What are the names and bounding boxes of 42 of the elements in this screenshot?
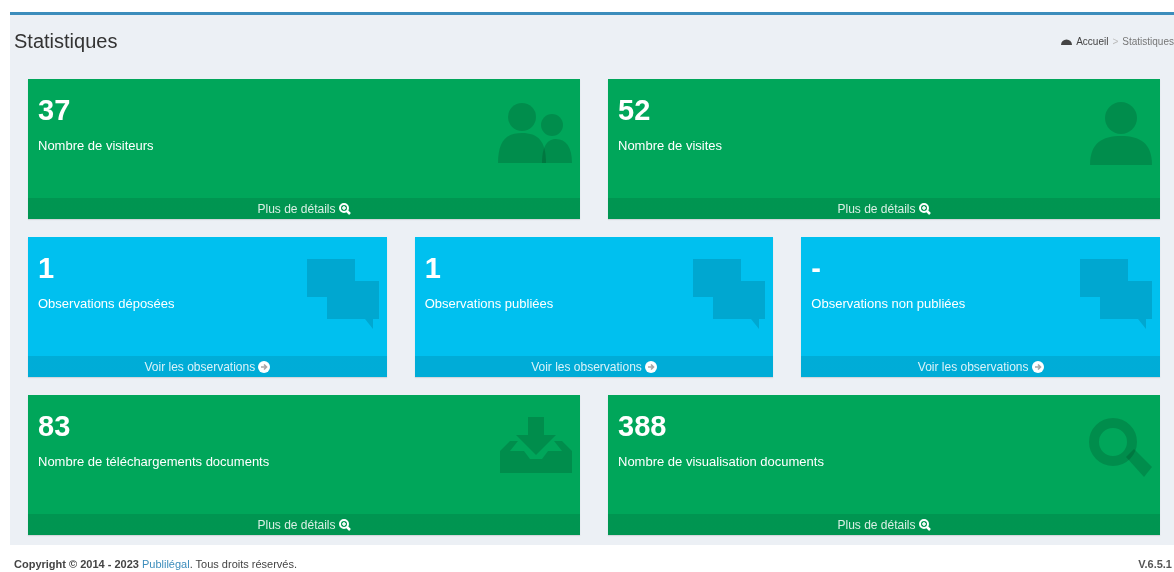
speech-bubbles-icon bbox=[306, 259, 379, 329]
arrow-circle-icon bbox=[258, 360, 271, 373]
details-link[interactable]: Plus de détails bbox=[608, 198, 1160, 219]
search-icon bbox=[1088, 417, 1152, 479]
stat-label: Nombre de téléchargements documents bbox=[38, 454, 271, 469]
stat-label: Nombre de visiteurs bbox=[38, 138, 155, 153]
users-icon bbox=[498, 101, 572, 165]
details-link[interactable]: Voir les observations bbox=[414, 356, 774, 377]
page-title: Statistiques bbox=[14, 29, 118, 53]
stat-number: 1 bbox=[424, 251, 442, 285]
details-link[interactable]: Plus de détails bbox=[28, 514, 580, 535]
zoom-in-icon bbox=[918, 202, 931, 215]
company-link[interactable]: Publilégal bbox=[141, 558, 190, 570]
breadcrumb-separator: > bbox=[1112, 35, 1119, 47]
arrow-circle-icon bbox=[644, 360, 657, 373]
stat-label: Observations non publiées bbox=[811, 296, 967, 311]
stat-number: 37 bbox=[38, 93, 72, 127]
stat-label: Observations publiées bbox=[424, 296, 555, 311]
speech-bubbles-icon bbox=[1080, 259, 1152, 329]
zoom-in-icon bbox=[338, 518, 351, 531]
breadcrumb-link[interactable]: Accueil bbox=[1076, 35, 1109, 47]
version-text: V.6.5.1 bbox=[1138, 558, 1172, 570]
stat-number: 1 bbox=[38, 251, 56, 285]
stat-number: 83 bbox=[38, 409, 72, 443]
details-link[interactable]: Plus de détails bbox=[28, 198, 580, 219]
stat-label: Nombre de visualisation documents bbox=[618, 454, 825, 469]
stat-number: 388 bbox=[618, 409, 668, 443]
stat-label: Nombre de visites bbox=[618, 138, 724, 153]
breadcrumb-current: Statistiques bbox=[1122, 35, 1174, 47]
details-link[interactable]: Voir les observations bbox=[801, 356, 1160, 377]
copyright-text: Copyright © 2014 - 2023 Publilégal. Tous droits réservés. bbox=[14, 558, 298, 570]
arrow-circle-icon bbox=[1031, 360, 1044, 373]
zoom-in-icon bbox=[338, 202, 351, 215]
speech-bubbles-icon bbox=[693, 259, 766, 329]
details-link[interactable]: Plus de détails bbox=[608, 514, 1160, 535]
stat-number: - bbox=[811, 251, 822, 285]
stat-number: 52 bbox=[618, 93, 652, 127]
stat-label: Observations déposées bbox=[38, 296, 176, 311]
details-link[interactable]: Voir les observations bbox=[28, 356, 387, 377]
download-icon bbox=[500, 417, 572, 473]
user-icon bbox=[1090, 101, 1152, 165]
zoom-in-icon bbox=[918, 518, 931, 531]
